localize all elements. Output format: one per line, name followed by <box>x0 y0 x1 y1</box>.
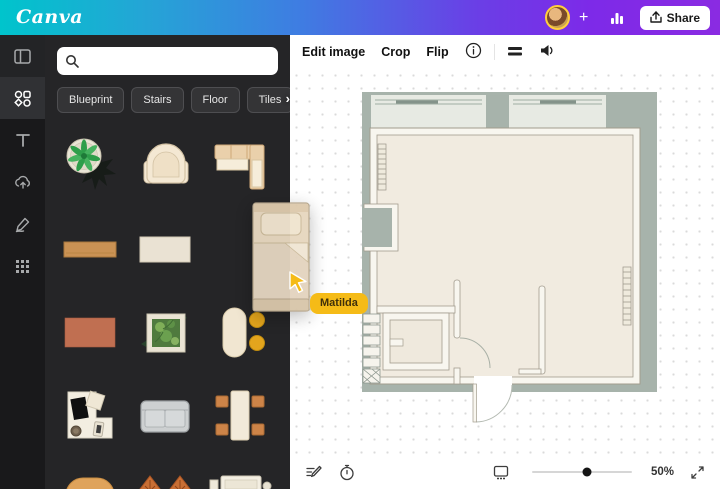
timer-icon[interactable] <box>336 461 358 483</box>
zoom-level[interactable]: 50% <box>644 466 674 478</box>
fullscreen-icon[interactable] <box>686 461 708 483</box>
element-rug[interactable] <box>55 293 127 373</box>
draw-pen-icon <box>15 217 30 232</box>
floor-plan-blueprint[interactable] <box>362 92 657 440</box>
elements-grid <box>55 125 283 489</box>
desk-setup-thumbnail <box>67 390 113 439</box>
element-potted-plant[interactable] <box>55 125 127 205</box>
small-plants-thumbnail <box>139 475 191 489</box>
search-input[interactable] <box>85 54 270 68</box>
element-armchair[interactable] <box>130 125 202 205</box>
share-button[interactable]: Share <box>639 5 710 30</box>
sidebar-item-uploads[interactable] <box>0 161 45 203</box>
text-icon <box>15 134 30 147</box>
uploads-cloud-icon <box>14 175 30 189</box>
filter-chips: Blueprint Stairs Floor Tiles D <box>57 87 290 114</box>
zoom-slider[interactable] <box>532 467 632 477</box>
audio-icon[interactable] <box>539 43 556 61</box>
image-toolbar: Edit image Crop Flip <box>290 35 720 69</box>
design-canvas[interactable] <box>290 69 720 455</box>
add-member-button[interactable]: + <box>574 8 594 28</box>
element-desk-setup[interactable] <box>55 377 127 457</box>
sidebar-item-elements[interactable] <box>0 77 45 119</box>
sectional-sofa-thumbnail <box>214 144 265 190</box>
crop-button[interactable]: Crop <box>381 45 410 59</box>
sidebar-item-text[interactable] <box>0 119 45 161</box>
collaborator-name-tag: Matilda <box>310 293 368 315</box>
design-icon <box>14 48 31 64</box>
info-icon[interactable] <box>465 42 482 62</box>
elements-icon <box>14 90 31 107</box>
element-small-plants[interactable] <box>130 461 202 489</box>
element-rectangular-table[interactable] <box>130 209 202 289</box>
insights-icon[interactable] <box>606 7 628 29</box>
canva-editor: Canva + Share Blueprint Stairs Floor Til… <box>0 0 720 489</box>
search-icon <box>66 55 79 68</box>
loveseat-thumbnail <box>140 400 190 433</box>
rug-thumbnail <box>64 317 116 348</box>
apps-grid-icon <box>16 259 29 273</box>
dragged-bed-element[interactable] <box>252 199 310 318</box>
upload-icon <box>649 11 662 23</box>
notes-icon[interactable] <box>302 461 324 483</box>
dresser-thumbnail <box>209 475 272 489</box>
round-table-thumbnail <box>66 477 114 489</box>
element-dresser[interactable] <box>205 461 277 489</box>
element-sectional-sofa[interactable] <box>205 125 277 205</box>
chip-stairs[interactable]: Stairs <box>131 87 184 113</box>
sidebar-item-design[interactable] <box>0 35 45 77</box>
canvas-bottom-bar: 50% <box>290 455 720 489</box>
chip-tiles[interactable]: Tiles <box>246 87 290 113</box>
top-bar: Canva + Share <box>0 0 720 35</box>
rectangular-table-thumbnail <box>139 236 191 263</box>
sidebar <box>0 35 45 489</box>
zoom-slider-handle[interactable] <box>582 467 592 477</box>
potted-plant-thumbnail <box>66 138 116 190</box>
element-loveseat[interactable] <box>130 377 202 457</box>
armchair-thumbnail <box>143 143 189 184</box>
dining-set-thumbnail <box>215 390 265 441</box>
share-label: Share <box>666 10 700 25</box>
element-wooden-bench[interactable] <box>55 209 127 289</box>
chip-floor[interactable]: Floor <box>190 87 240 113</box>
sidebar-item-draw[interactable] <box>0 203 45 245</box>
toolbar-divider <box>493 44 495 60</box>
search-box[interactable] <box>57 47 278 75</box>
canvas-area: Edit image Crop Flip 50% <box>290 35 720 489</box>
edit-image-button[interactable]: Edit image <box>302 45 365 59</box>
canva-logo[interactable]: Canva <box>16 8 83 27</box>
flip-button[interactable]: Flip <box>426 45 448 59</box>
element-wall-planter[interactable] <box>130 293 202 373</box>
element-dining-table-set[interactable] <box>205 377 277 457</box>
collaborator-cursor-icon <box>289 271 307 293</box>
chips-scroll-chevron-icon[interactable]: › <box>286 91 290 106</box>
sidebar-item-apps[interactable] <box>0 245 45 287</box>
wall-planter-thumbnail <box>141 313 187 353</box>
pages-view-icon[interactable] <box>490 461 512 483</box>
element-round-table[interactable] <box>55 461 127 489</box>
wooden-bench-thumbnail <box>63 241 117 258</box>
chip-blueprint[interactable]: Blueprint <box>57 87 125 113</box>
position-icon[interactable] <box>507 44 523 61</box>
user-avatar[interactable] <box>544 5 570 30</box>
